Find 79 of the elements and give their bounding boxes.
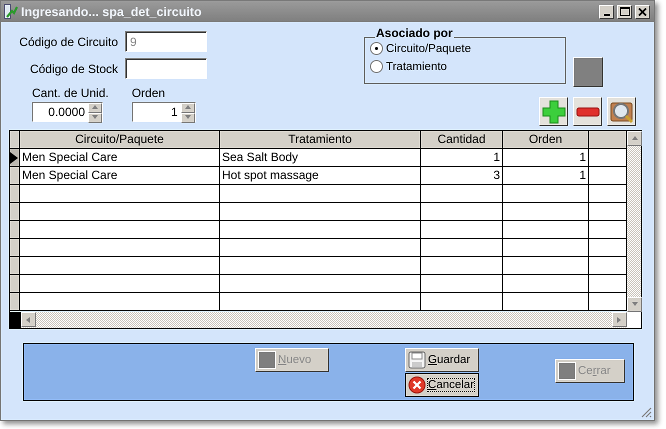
column-header[interactable]: Circuito/Paquete — [20, 131, 220, 149]
row-header[interactable] — [10, 203, 20, 221]
table-cell — [589, 203, 627, 221]
row-header[interactable] — [10, 275, 20, 293]
magnifier-icon — [610, 100, 634, 124]
spin-up-button[interactable] — [180, 103, 195, 113]
search-button[interactable] — [607, 97, 636, 126]
table-cell — [589, 293, 627, 311]
add-button[interactable] — [539, 97, 568, 126]
square-icon — [258, 351, 276, 369]
plus-icon — [542, 100, 566, 124]
table-cell — [589, 257, 627, 275]
close-icon — [638, 8, 647, 16]
radio-option[interactable]: Tratamiento — [370, 60, 565, 73]
square-button[interactable] — [573, 57, 603, 87]
row-header[interactable] — [10, 221, 20, 239]
table-cell: 1 — [503, 167, 589, 185]
field-label: Código de Stock — [28, 62, 118, 76]
input-field[interactable] — [125, 58, 207, 79]
scrollbar-corner — [627, 312, 641, 328]
spin-down-button[interactable] — [180, 113, 195, 123]
row-header[interactable] — [10, 167, 20, 185]
cancel-button[interactable]: Cancelar — [405, 373, 479, 397]
spinner-label: Orden — [132, 86, 166, 100]
table-cell: 3 — [421, 167, 503, 185]
row-header[interactable] — [10, 149, 20, 167]
spin-down-button[interactable] — [88, 113, 102, 123]
remove-button[interactable] — [573, 97, 602, 126]
row-header[interactable] — [10, 293, 20, 311]
cancel-icon — [408, 376, 426, 394]
table-cell: Sea Salt Body — [220, 149, 421, 167]
table-cell: Hot spot massage — [220, 167, 421, 185]
scroll-left-button[interactable] — [21, 312, 36, 327]
maximize-icon — [620, 7, 630, 16]
up-arrow-icon — [91, 104, 99, 112]
spinner-field[interactable]: 1 — [132, 102, 196, 122]
window-title: Ingresando... spa_det_circuito — [21, 4, 203, 18]
table-cell — [589, 221, 627, 239]
spinner-field[interactable]: 0.0000 — [32, 102, 103, 122]
resize-grip[interactable] — [641, 407, 652, 418]
radio-button[interactable] — [370, 60, 383, 73]
left-arrow-icon — [24, 316, 32, 324]
table-cell — [589, 149, 627, 167]
radio-option[interactable]: Circuito/Paquete — [370, 42, 565, 55]
table-cell: Men Special Care — [20, 167, 220, 185]
up-arrow-icon — [184, 104, 192, 112]
table-cell — [589, 275, 627, 293]
scroll-down-button[interactable] — [627, 297, 642, 312]
square-icon — [558, 362, 576, 380]
right-arrow-icon — [616, 316, 624, 324]
column-header[interactable]: Orden — [503, 131, 589, 149]
maximize-button[interactable] — [617, 4, 632, 18]
down-arrow-icon — [630, 300, 638, 308]
scroll-right-button[interactable] — [612, 312, 627, 327]
minus-icon — [576, 106, 600, 116]
radio-button[interactable] — [370, 42, 383, 55]
table-cell: 1 — [503, 149, 589, 167]
column-header[interactable] — [589, 131, 627, 149]
table-cell — [589, 239, 627, 257]
minimize-icon — [604, 14, 610, 16]
group-title: Asociado por — [375, 26, 454, 40]
column-header[interactable]: Tratamiento — [220, 131, 421, 149]
app-icon — [4, 4, 18, 19]
up-arrow-icon — [630, 134, 638, 142]
table-cell — [589, 185, 627, 203]
scroll-up-button[interactable] — [627, 131, 642, 146]
spin-up-button[interactable] — [88, 103, 102, 113]
save-button[interactable]: Guardar — [405, 348, 479, 372]
table-cell: 1 — [421, 149, 503, 167]
close-button[interactable] — [635, 4, 650, 18]
table-cell: Men Special Care — [20, 149, 220, 167]
row-header[interactable] — [10, 239, 20, 257]
row-header[interactable] — [10, 257, 20, 275]
field-label: Código de Circuito — [18, 34, 118, 48]
minimize-button[interactable] — [599, 4, 614, 18]
spinner-label: Cant. de Unid. — [32, 86, 109, 100]
table-cell — [589, 167, 627, 185]
column-header[interactable]: Cantidad — [421, 131, 503, 149]
row-header[interactable] — [10, 185, 20, 203]
